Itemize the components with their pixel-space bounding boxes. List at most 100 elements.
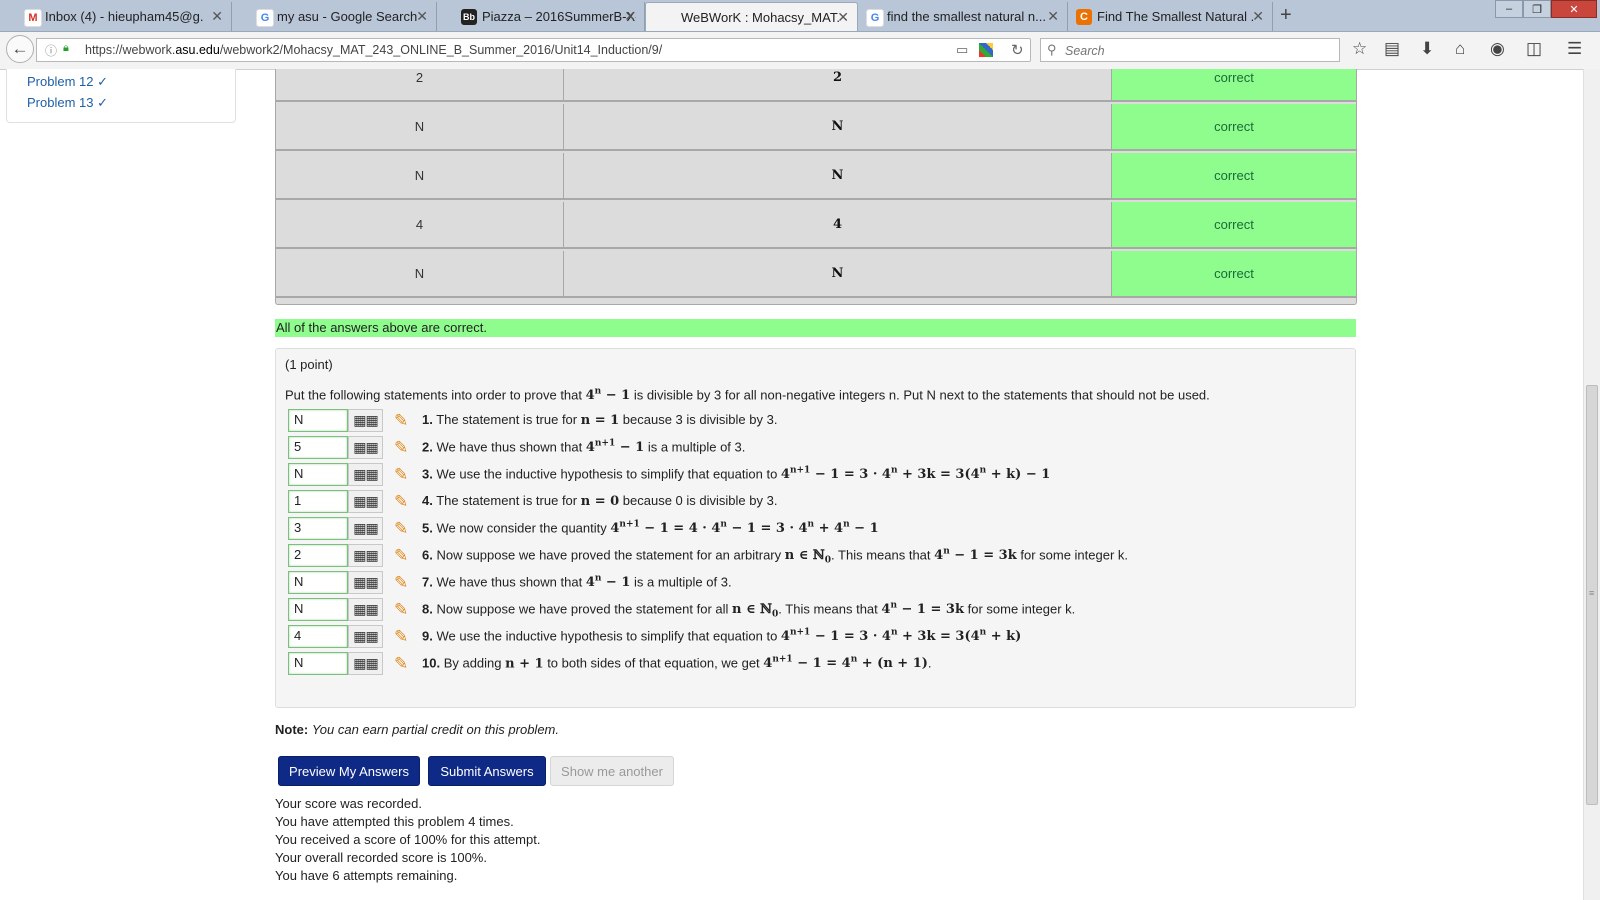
close-icon[interactable]: ✕ bbox=[211, 8, 223, 25]
blackboard-icon: Bb bbox=[461, 9, 477, 25]
score-message: You received a score of 100% for this at… bbox=[275, 832, 541, 847]
answer-input[interactable] bbox=[289, 410, 348, 429]
home-icon[interactable]: ⌂ bbox=[1455, 39, 1465, 59]
pencil-icon[interactable]: ✎ bbox=[394, 600, 408, 620]
tab-google-search[interactable]: G my asu - Google Search ✕ bbox=[232, 2, 437, 31]
tab-find-smallest-chegg[interactable]: C Find The Smallest Natural ... ✕ bbox=[1068, 2, 1273, 31]
answer-input[interactable] bbox=[289, 545, 348, 564]
pencil-icon[interactable]: ✎ bbox=[394, 465, 408, 485]
item-number: 6. bbox=[422, 547, 433, 563]
answer-field[interactable] bbox=[288, 517, 348, 540]
sidebar-item-problem-12[interactable]: Problem 12 ✓ bbox=[27, 74, 108, 90]
url-text[interactable]: https://webwork.asu.edu/webwork2/Mohacsy… bbox=[85, 43, 662, 57]
note-text: You can earn partial credit on this prob… bbox=[311, 722, 559, 737]
gmail-icon: M bbox=[24, 9, 42, 27]
tab-inbox[interactable]: M Inbox (4) - hieupham45@g... ✕ bbox=[0, 2, 232, 31]
close-icon[interactable]: ✕ bbox=[416, 8, 428, 25]
grid-icon[interactable]: ▦▦ bbox=[348, 652, 383, 675]
answer-input[interactable] bbox=[289, 572, 348, 591]
tab-webwork[interactable]: WeBWorK : Mohacsy_MAT... ✕ bbox=[645, 2, 858, 31]
restore-button[interactable]: ❐ bbox=[1523, 0, 1551, 18]
menu-icon[interactable]: ☰ bbox=[1567, 39, 1582, 59]
grip-icon: ≡ bbox=[1589, 588, 1595, 598]
grid-icon[interactable]: ▦▦ bbox=[348, 544, 383, 567]
preview-answers-button[interactable]: Preview My Answers bbox=[278, 756, 420, 786]
download-icon[interactable]: ⬇ bbox=[1420, 39, 1434, 59]
list-item: ▦▦ ✎ 8. Now suppose we have proved the s… bbox=[288, 598, 1338, 623]
answer-input[interactable] bbox=[289, 491, 348, 510]
search-input[interactable] bbox=[1063, 41, 1327, 61]
answer-field[interactable] bbox=[288, 544, 348, 567]
pencil-icon[interactable]: ✎ bbox=[394, 492, 408, 512]
problem-statement: Put the following statements into order … bbox=[285, 387, 1210, 403]
submit-answers-button[interactable]: Submit Answers bbox=[428, 756, 546, 786]
reader-view-icon[interactable]: ▭ bbox=[956, 42, 968, 58]
sidebar-item-problem-13[interactable]: Problem 13 ✓ bbox=[27, 95, 108, 111]
answer-field[interactable] bbox=[288, 625, 348, 648]
chat-icon[interactable]: ◉ bbox=[1490, 39, 1505, 59]
url-bar[interactable]: ⓘ 🔒︎ https://webwork.asu.edu/webwork2/Mo… bbox=[36, 38, 1031, 62]
close-icon[interactable]: ✕ bbox=[624, 8, 636, 25]
tab-find-smallest-google[interactable]: G find the smallest natural n... ✕ bbox=[858, 2, 1068, 31]
grid-icon[interactable]: ▦▦ bbox=[348, 571, 383, 594]
reload-icon[interactable]: ↻ bbox=[1011, 41, 1024, 59]
close-icon[interactable]: ✕ bbox=[1252, 8, 1264, 25]
pencil-icon[interactable]: ✎ bbox=[394, 573, 408, 593]
search-bar[interactable]: ⚲ bbox=[1040, 38, 1340, 62]
answer-input[interactable] bbox=[289, 464, 348, 483]
list-item: ▦▦ ✎ 2. We have thus shown that 4n+1 − 1… bbox=[288, 436, 1338, 461]
problem-list-sidebar: Problem 12 ✓ Problem 13 ✓ bbox=[6, 69, 236, 123]
statement-item: 3. We use the inductive hypothesis to si… bbox=[422, 466, 1051, 483]
grid-icon[interactable]: ▦▦ bbox=[348, 598, 383, 621]
answer-field[interactable] bbox=[288, 490, 348, 513]
pencil-icon[interactable]: ✎ bbox=[394, 546, 408, 566]
close-window-button[interactable]: ✕ bbox=[1551, 0, 1597, 18]
search-icon: ⚲ bbox=[1047, 42, 1057, 57]
answer-field[interactable] bbox=[288, 571, 348, 594]
answer-field[interactable] bbox=[288, 436, 348, 459]
statement-item: 8. Now suppose we have proved the statem… bbox=[422, 601, 1076, 620]
bookmarks-menu-icon[interactable]: ▤ bbox=[1384, 39, 1400, 59]
grid-icon[interactable]: ▦▦ bbox=[348, 463, 383, 486]
chegg-icon: C bbox=[1076, 9, 1092, 25]
pencil-icon[interactable]: ✎ bbox=[394, 654, 408, 674]
back-button[interactable]: ← bbox=[6, 35, 34, 63]
extension-icon[interactable] bbox=[979, 43, 993, 57]
tab-title: Inbox (4) - hieupham45@g... bbox=[45, 9, 203, 24]
answer-field[interactable] bbox=[288, 409, 348, 432]
grid-icon[interactable]: ▦▦ bbox=[348, 490, 383, 513]
answer-input[interactable] bbox=[289, 653, 348, 672]
back-arrow-icon: ← bbox=[11, 39, 29, 58]
url-domain: asu.edu bbox=[175, 43, 220, 57]
answer-field[interactable] bbox=[288, 598, 348, 621]
statement-item: 1. The statement is true for n = 1 becau… bbox=[422, 412, 778, 428]
grid-icon[interactable]: ▦▦ bbox=[348, 517, 383, 540]
bookmark-star-icon[interactable]: ☆ bbox=[1352, 39, 1367, 59]
pencil-icon[interactable]: ✎ bbox=[394, 411, 408, 431]
grid-icon[interactable]: ▦▦ bbox=[348, 409, 383, 432]
pencil-icon[interactable]: ✎ bbox=[394, 519, 408, 539]
pencil-icon[interactable]: ✎ bbox=[394, 438, 408, 458]
grid-icon[interactable]: ▦▦ bbox=[348, 625, 383, 648]
scrollbar-thumb[interactable]: ≡ bbox=[1586, 385, 1598, 805]
answer-input[interactable] bbox=[289, 518, 348, 537]
grid-icon[interactable]: ▦▦ bbox=[348, 436, 383, 459]
item-number: 3. bbox=[422, 466, 433, 482]
answer-input[interactable] bbox=[289, 437, 348, 456]
answer-input[interactable] bbox=[289, 599, 348, 618]
vertical-scrollbar[interactable]: ≡ bbox=[1583, 69, 1600, 900]
answer-field[interactable] bbox=[288, 463, 348, 486]
note-label: Note: bbox=[275, 722, 309, 737]
minimize-button[interactable]: ‒ bbox=[1495, 0, 1523, 18]
tab-piazza[interactable]: Bb Piazza – 2016SummerB-X-... ✕ bbox=[437, 2, 645, 31]
new-tab-button[interactable]: + bbox=[1280, 4, 1292, 27]
answer-field[interactable] bbox=[288, 652, 348, 675]
answer-input[interactable] bbox=[289, 626, 348, 645]
pencil-icon[interactable]: ✎ bbox=[394, 627, 408, 647]
info-icon[interactable]: ⓘ bbox=[45, 42, 57, 59]
close-icon[interactable]: ✕ bbox=[1047, 8, 1059, 25]
statement-item: 6. Now suppose we have proved the statem… bbox=[422, 547, 1129, 566]
close-icon[interactable]: ✕ bbox=[837, 9, 849, 26]
show-another-button: Show me another bbox=[550, 756, 674, 786]
pocket-icon[interactable]: ◫ bbox=[1526, 39, 1542, 59]
